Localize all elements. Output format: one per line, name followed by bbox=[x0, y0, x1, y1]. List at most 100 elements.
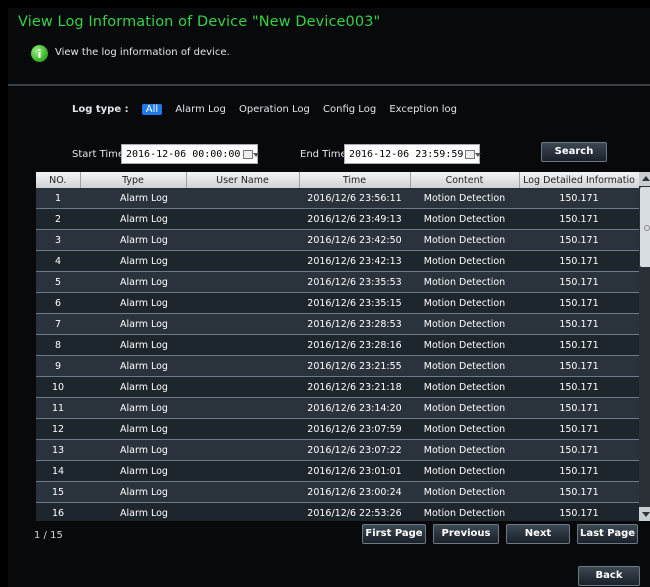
row-content: Motion Detection bbox=[410, 502, 519, 521]
row-type: Alarm Log bbox=[80, 418, 186, 440]
previous-button[interactable]: Previous bbox=[433, 524, 499, 544]
row-detail: 150.171 bbox=[519, 292, 639, 314]
start-time-label: Start Time bbox=[72, 149, 125, 160]
row-user-name bbox=[186, 208, 299, 230]
log-table: NO. Type User Name Time Content Log Deta… bbox=[36, 172, 650, 521]
column-log-detail[interactable]: Log Detailed Informatio bbox=[519, 172, 640, 188]
row-content: Motion Detection bbox=[410, 208, 519, 230]
table-row[interactable]: 2 Alarm Log 2016/12/6 23:49:13 Motion Detec… bbox=[36, 208, 639, 230]
row-user-name bbox=[186, 376, 299, 398]
search-button[interactable]: Search bbox=[541, 142, 607, 162]
row-type: Alarm Log bbox=[80, 502, 186, 521]
row-type: Alarm Log bbox=[80, 460, 186, 482]
row-no: 11 bbox=[36, 397, 80, 419]
table-row[interactable]: 16 Alarm Log 2016/12/6 22:53:26 Motion Dete… bbox=[36, 502, 639, 521]
column-user-name[interactable]: User Name bbox=[186, 172, 300, 188]
column-time[interactable]: Time bbox=[299, 172, 411, 188]
calendar-icon[interactable] bbox=[465, 150, 481, 159]
column-type[interactable]: Type bbox=[80, 172, 187, 188]
row-detail: 150.171 bbox=[519, 271, 639, 293]
calendar-icon[interactable] bbox=[243, 150, 259, 159]
row-content: Motion Detection bbox=[410, 229, 519, 251]
row-detail: 150.171 bbox=[519, 502, 639, 521]
row-user-name bbox=[186, 271, 299, 293]
table-row[interactable]: 9 Alarm Log 2016/12/6 23:21:55 Motion Detec… bbox=[36, 355, 639, 377]
row-time: 2016/12/6 23:42:13 bbox=[299, 250, 410, 272]
row-user-name bbox=[186, 292, 299, 314]
row-time: 2016/12/6 23:35:53 bbox=[299, 271, 410, 293]
end-time-value: 2016-12-06 23:59:59 bbox=[349, 149, 464, 160]
window-subtitle: View the log information of device. bbox=[55, 47, 230, 58]
row-time: 2016/12/6 23:42:50 bbox=[299, 229, 410, 251]
row-no: 15 bbox=[36, 481, 80, 503]
row-content: Motion Detection bbox=[410, 418, 519, 440]
row-time: 2016/12/6 22:53:26 bbox=[299, 502, 410, 521]
log-type-all[interactable]: All bbox=[141, 104, 163, 115]
log-window: View Log Information of Device "New Devi… bbox=[8, 8, 650, 587]
table-row[interactable]: 4 Alarm Log 2016/12/6 23:42:13 Motion Detec… bbox=[36, 250, 639, 272]
scroll-down-icon[interactable] bbox=[639, 507, 650, 521]
log-type-exception[interactable]: Exception log bbox=[389, 104, 457, 115]
log-type-operation[interactable]: Operation Log bbox=[239, 104, 310, 115]
scroll-thumb[interactable] bbox=[640, 187, 650, 267]
table-row[interactable]: 10 Alarm Log 2016/12/6 23:21:18 Motion Dete… bbox=[36, 376, 639, 398]
row-user-name bbox=[186, 313, 299, 335]
row-detail: 150.171 bbox=[519, 376, 639, 398]
table-row[interactable]: 14 Alarm Log 2016/12/6 23:01:01 Motion Dete… bbox=[36, 460, 639, 482]
row-type: Alarm Log bbox=[80, 313, 186, 335]
row-no: 8 bbox=[36, 334, 80, 356]
row-type: Alarm Log bbox=[80, 229, 186, 251]
row-no: 16 bbox=[36, 502, 80, 521]
row-detail: 150.171 bbox=[519, 250, 639, 272]
scroll-up-icon[interactable] bbox=[639, 172, 650, 186]
table-row[interactable]: 5 Alarm Log 2016/12/6 23:35:53 Motion Detec… bbox=[36, 271, 639, 293]
column-content[interactable]: Content bbox=[410, 172, 520, 188]
row-no: 2 bbox=[36, 208, 80, 230]
table-header: NO. Type User Name Time Content Log Deta… bbox=[36, 172, 640, 188]
info-icon bbox=[31, 45, 48, 62]
table-row[interactable]: 6 Alarm Log 2016/12/6 23:35:15 Motion Detec… bbox=[36, 292, 639, 314]
table-row[interactable]: 1 Alarm Log 2016/12/6 23:56:11 Motion Detec… bbox=[36, 188, 639, 209]
table-row[interactable]: 7 Alarm Log 2016/12/6 23:28:53 Motion Detec… bbox=[36, 313, 639, 335]
last-page-button[interactable]: Last Page bbox=[577, 524, 638, 544]
row-time: 2016/12/6 23:56:11 bbox=[299, 188, 410, 209]
row-user-name bbox=[186, 418, 299, 440]
vertical-scrollbar[interactable] bbox=[639, 172, 650, 521]
row-time: 2016/12/6 23:01:01 bbox=[299, 460, 410, 482]
row-no: 5 bbox=[36, 271, 80, 293]
row-type: Alarm Log bbox=[80, 439, 186, 461]
log-type-filter: Log type : All Alarm Log Operation Log C… bbox=[72, 104, 467, 115]
row-detail: 150.171 bbox=[519, 418, 639, 440]
table-row[interactable]: 12 Alarm Log 2016/12/6 23:07:59 Motion Dete… bbox=[36, 418, 639, 440]
table-row[interactable]: 15 Alarm Log 2016/12/6 23:00:24 Motion Dete… bbox=[36, 481, 639, 503]
row-type: Alarm Log bbox=[80, 481, 186, 503]
table-row[interactable]: 13 Alarm Log 2016/12/6 23:07:22 Motion Dete… bbox=[36, 439, 639, 461]
row-time: 2016/12/6 23:28:16 bbox=[299, 334, 410, 356]
row-user-name bbox=[186, 439, 299, 461]
row-time: 2016/12/6 23:00:24 bbox=[299, 481, 410, 503]
column-no[interactable]: NO. bbox=[36, 172, 81, 188]
row-detail: 150.171 bbox=[519, 188, 639, 209]
row-user-name bbox=[186, 188, 299, 209]
row-content: Motion Detection bbox=[410, 292, 519, 314]
row-time: 2016/12/6 23:35:15 bbox=[299, 292, 410, 314]
first-page-button[interactable]: First Page bbox=[362, 524, 426, 544]
log-type-config[interactable]: Config Log bbox=[323, 104, 376, 115]
back-button[interactable]: Back bbox=[578, 566, 640, 586]
table-row[interactable]: 11 Alarm Log 2016/12/6 23:14:20 Motion Dete… bbox=[36, 397, 639, 419]
row-no: 10 bbox=[36, 376, 80, 398]
table-row[interactable]: 3 Alarm Log 2016/12/6 23:42:50 Motion Detec… bbox=[36, 229, 639, 251]
row-detail: 150.171 bbox=[519, 334, 639, 356]
row-content: Motion Detection bbox=[410, 460, 519, 482]
table-row[interactable]: 8 Alarm Log 2016/12/6 23:28:16 Motion Detec… bbox=[36, 334, 639, 356]
start-time-picker[interactable]: 2016-12-06 00:00:00 bbox=[121, 144, 259, 164]
row-time: 2016/12/6 23:49:13 bbox=[299, 208, 410, 230]
log-type-label: Log type : bbox=[72, 104, 129, 115]
row-user-name bbox=[186, 355, 299, 377]
log-type-alarm[interactable]: Alarm Log bbox=[175, 104, 225, 115]
next-button[interactable]: Next bbox=[506, 524, 570, 544]
row-detail: 150.171 bbox=[519, 481, 639, 503]
row-content: Motion Detection bbox=[410, 271, 519, 293]
end-time-picker[interactable]: 2016-12-06 23:59:59 bbox=[344, 144, 481, 164]
row-detail: 150.171 bbox=[519, 397, 639, 419]
